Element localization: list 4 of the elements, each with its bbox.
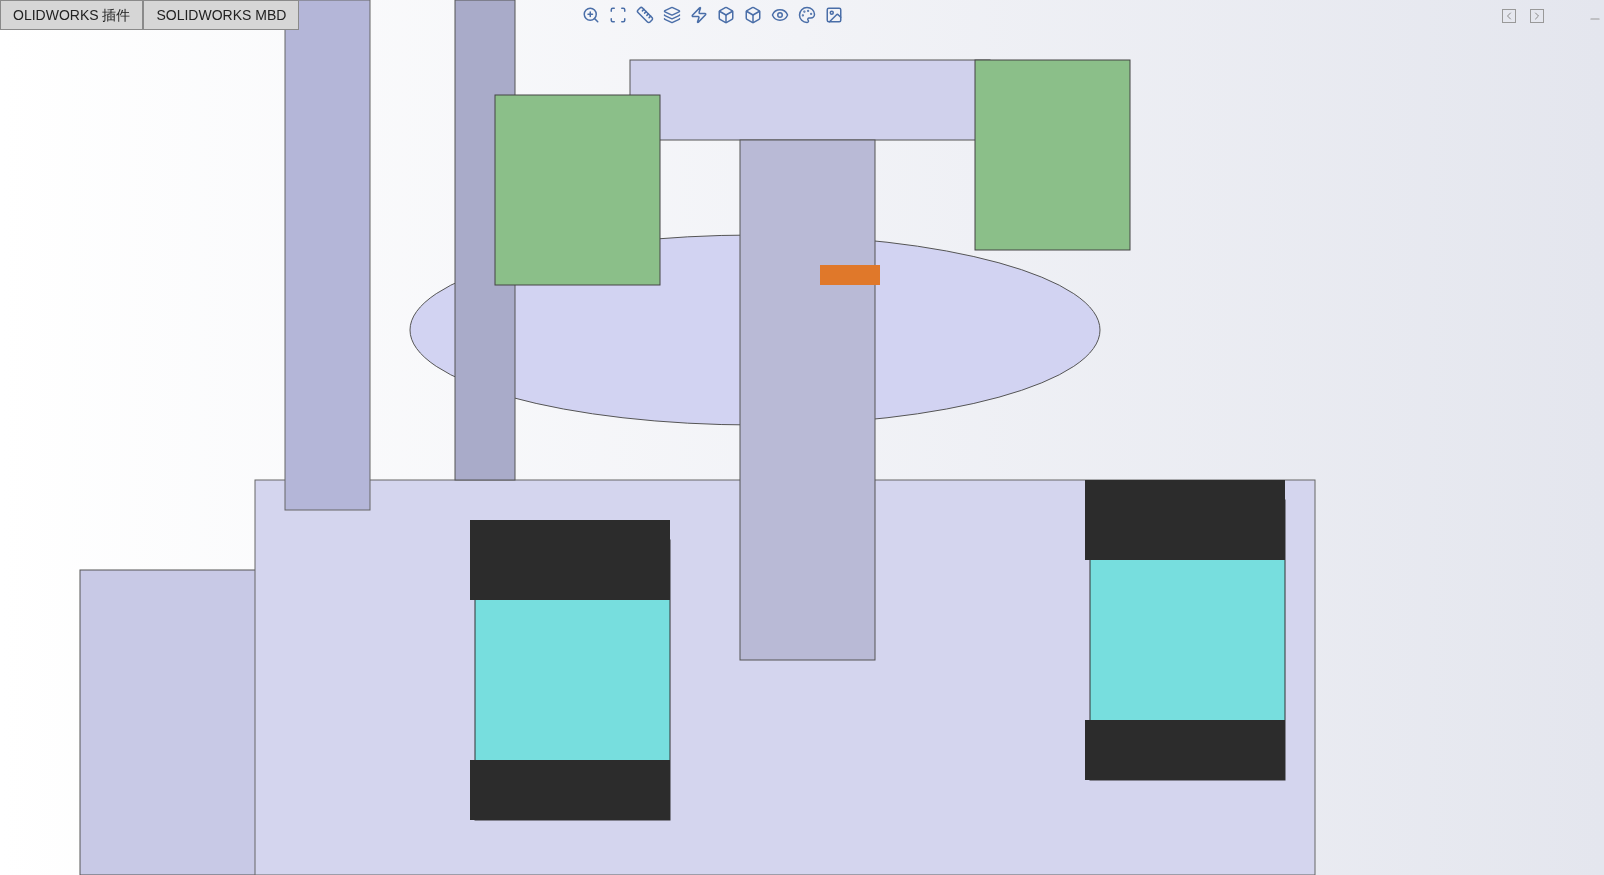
ribbon-tab[interactable]: SOLIDWORKS MBD bbox=[143, 0, 300, 30]
zoom-fit-icon[interactable] bbox=[582, 6, 600, 24]
ribbon-tab[interactable]: OLIDWORKS 插件 bbox=[0, 0, 144, 30]
visibility-icon[interactable] bbox=[771, 6, 789, 24]
